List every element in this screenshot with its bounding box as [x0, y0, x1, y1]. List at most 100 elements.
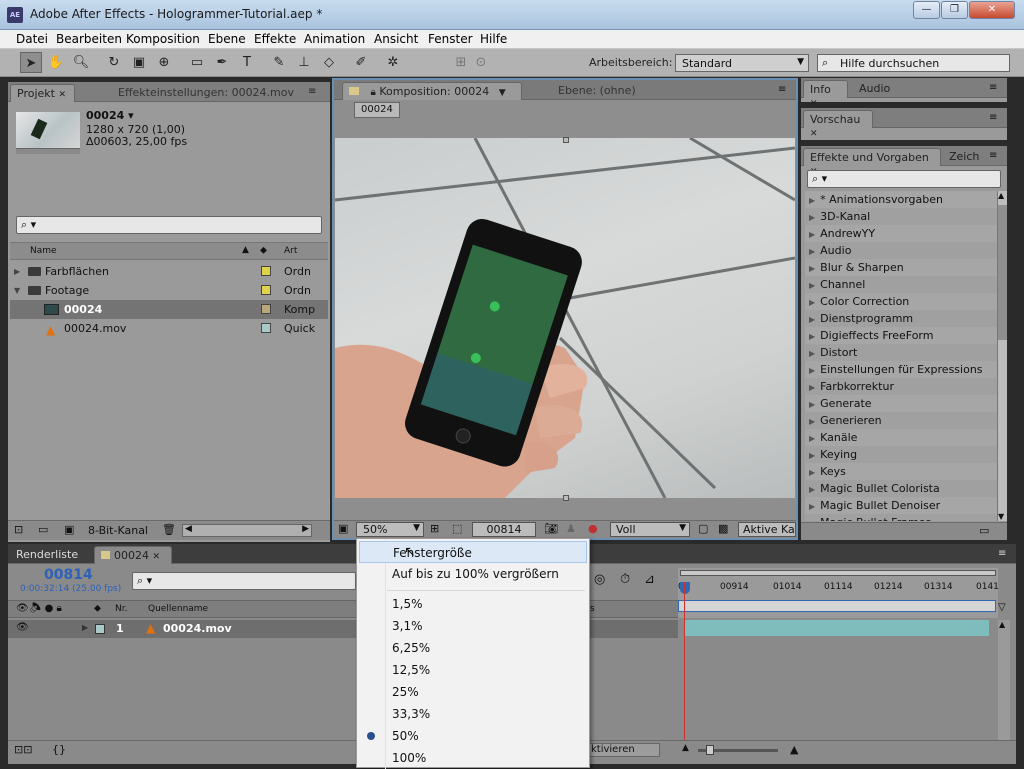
effects-category-label: Magic Bullet Colorista	[820, 482, 940, 495]
zoom-option[interactable]: 25%	[359, 681, 587, 703]
tab-render-queue[interactable]: Renderliste	[10, 546, 90, 564]
effects-category-item[interactable]: ▶ Blur & Sharpen	[805, 259, 997, 276]
effects-category-label: Magic Bullet Denoiser	[820, 499, 941, 512]
effects-category-item[interactable]: ▶ Keys	[805, 463, 997, 480]
expand-arrow-icon: ▶	[809, 196, 816, 205]
zoom-out-icon[interactable]: ▲	[682, 743, 689, 753]
layer-source-name[interactable]: 00024.mov	[163, 622, 232, 635]
eye-icon[interactable]: 👁︎	[16, 622, 29, 633]
radio-selected-icon	[367, 732, 375, 740]
effects-category-item[interactable]: ▶ Magic Bullet Frames	[805, 514, 997, 521]
expand-arrow-icon: ▶	[809, 383, 816, 392]
zoom-option[interactable]: 6,25%	[359, 637, 587, 659]
resolution-select[interactable]: Voll ▼	[610, 522, 690, 537]
timeline-vertical-scrollbar[interactable]: ▲ ▼	[998, 620, 1010, 760]
effects-category-item[interactable]: ▶ Generieren	[805, 412, 997, 429]
layer-duration-bar[interactable]	[685, 620, 989, 636]
column-source-name[interactable]: Quellenname	[148, 604, 208, 614]
effects-category-item[interactable]: ▶ AndrewYY	[805, 225, 997, 242]
expand-arrow-icon: ▶	[809, 400, 816, 409]
new-preset-icon[interactable]: ▭	[979, 524, 989, 537]
new-folder-icon[interactable]: ▭	[38, 523, 48, 536]
effects-category-item[interactable]: ▶ Dienstprogramm	[805, 310, 997, 327]
transparency-grid-icon[interactable]: ▩	[718, 522, 728, 535]
effects-category-label: 3D-Kanal	[820, 210, 871, 223]
column-switches[interactable]: s	[590, 604, 595, 614]
chevron-down-icon: ▼	[679, 523, 686, 533]
camera-view-select[interactable]: Aktive Kar	[738, 522, 796, 537]
effects-category-item[interactable]: ▶ Farbkorrektur	[805, 378, 997, 395]
motion-blur-icon[interactable]: ◎	[594, 572, 605, 587]
channels-icon[interactable]: ●	[588, 522, 598, 535]
effects-category-item[interactable]: ▶ Distort	[805, 344, 997, 361]
timeline-zoom-slider[interactable]	[698, 745, 778, 755]
effects-category-item[interactable]: ▶ Audio	[805, 242, 997, 259]
zoom-option-selected[interactable]: 50%	[359, 725, 587, 747]
expand-collapse-icon[interactable]: ⊡⊡	[14, 743, 32, 756]
work-area-bar[interactable]	[680, 570, 996, 576]
snapshot-camera-icon[interactable]: 📷︎	[544, 522, 558, 535]
horizontal-scrollbar[interactable]: ◀ ▶	[182, 524, 312, 537]
layer-time-range-bar[interactable]	[678, 600, 996, 612]
zoom-option[interactable]: 100%	[359, 747, 587, 769]
bit-depth-button[interactable]: 8-Bit-Kanal	[88, 524, 148, 537]
mask-visibility-icon[interactable]: ⬚	[452, 522, 462, 535]
zoom-in-icon[interactable]: ▲	[790, 743, 798, 756]
always-preview-icon[interactable]: ▣	[338, 522, 348, 535]
playhead-handle[interactable]	[680, 582, 690, 594]
effects-category-item[interactable]: ▶ 3D-Kanal	[805, 208, 997, 225]
effects-category-item[interactable]: ▶ Color Correction	[805, 293, 997, 310]
timeline-current-time[interactable]: 00814	[44, 567, 93, 583]
expand-arrow-icon: ▶	[809, 434, 816, 443]
zoom-option-fit[interactable]: Fenstergröße	[359, 541, 587, 563]
current-time-indicator[interactable]	[684, 582, 685, 757]
ruler-label: 01114	[824, 582, 853, 592]
time-ruler[interactable]: 04 00914 01014 01114 01214 01314 0141	[678, 568, 999, 618]
effects-category-item[interactable]: ▶ * Animationsvorgaben	[805, 191, 997, 208]
magnification-select[interactable]: 50% ▼	[356, 522, 424, 537]
transfer-controls-icon[interactable]: {}	[52, 743, 66, 756]
zoom-option-fit-up-to-100[interactable]: Auf bis zu 100% vergrößern	[359, 563, 587, 585]
ruler-label: 0141	[976, 582, 999, 592]
timeline-search-input[interactable]: ⌕ ▾	[132, 572, 356, 590]
effects-category-item[interactable]: ▶ Generate	[805, 395, 997, 412]
new-composition-icon[interactable]: ▣	[64, 523, 74, 536]
effects-category-item[interactable]: ▶ Magic Bullet Denoiser	[805, 497, 997, 514]
expand-arrow-icon: ▶	[809, 451, 816, 460]
toggle-switches-modes-button[interactable]: ktivieren	[586, 743, 660, 757]
interpret-footage-icon[interactable]: ⊡	[14, 523, 23, 536]
zoom-option[interactable]: 12,5%	[359, 659, 587, 681]
expand-arrow-icon: ▶	[809, 366, 816, 375]
effects-category-label: Audio	[820, 244, 852, 257]
tab-timeline-comp[interactable]: 00024 ✕	[94, 546, 172, 564]
zoom-option[interactable]: 1,5%	[359, 593, 587, 615]
zoom-option[interactable]: 33,3%	[359, 703, 587, 725]
expand-arrow-icon: ▶	[809, 315, 816, 324]
scroll-left-icon: ◀	[185, 524, 192, 534]
effects-category-item[interactable]: ▶ Kanäle	[805, 429, 997, 446]
layer-label-swatch[interactable]	[95, 624, 105, 634]
effects-category-item[interactable]: ▶ Digieffects FreeForm	[805, 327, 997, 344]
graph-editor-icon[interactable]: ⊿	[644, 572, 655, 587]
panel-menu-icon[interactable]: ≡	[998, 548, 1006, 559]
expand-arrow-icon: ▶	[809, 247, 816, 256]
effects-category-item[interactable]: ▶ Channel	[805, 276, 997, 293]
effects-category-label: Generate	[820, 397, 872, 410]
column-nr[interactable]: Nr.	[115, 604, 127, 614]
current-time-display[interactable]: 00814	[472, 522, 536, 537]
zoom-option[interactable]: 3,1%	[359, 615, 587, 637]
effects-category-item[interactable]: ▶ Magic Bullet Colorista	[805, 480, 997, 497]
expand-arrow-icon: ▶	[809, 213, 816, 222]
stopwatch-icon[interactable]: ⏱	[620, 572, 630, 587]
effects-category-item[interactable]: ▶ Keying	[805, 446, 997, 463]
quicktime-cone-icon: ▲	[146, 621, 156, 635]
region-of-interest-icon[interactable]: ▢	[698, 522, 708, 535]
show-snapshot-icon[interactable]: ♟	[566, 522, 576, 535]
grid-overlay-icon[interactable]: ⊞	[430, 522, 439, 535]
trash-icon[interactable]: 🗑︎	[162, 523, 176, 536]
comp-button-icon[interactable]: ▽	[998, 602, 1014, 616]
effects-category-item[interactable]: ▶ Einstellungen für Expressions	[805, 361, 997, 378]
expand-arrow-icon[interactable]: ▶	[82, 623, 88, 632]
layer-number: 1	[116, 622, 124, 635]
menu-separator	[387, 590, 585, 591]
